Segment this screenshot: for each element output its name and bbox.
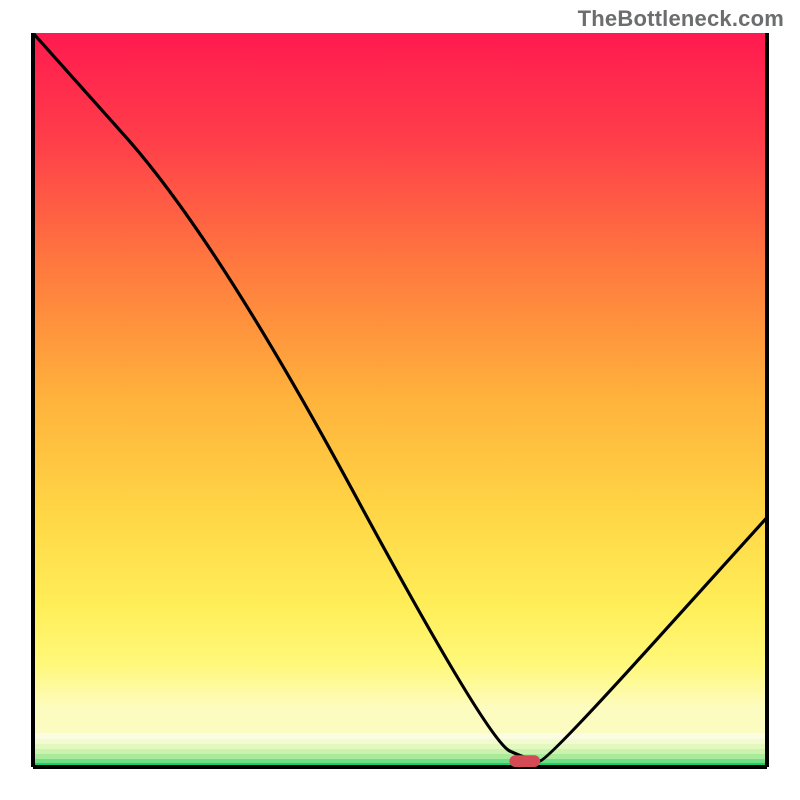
valley-marker (509, 755, 540, 767)
bottleneck-chart: TheBottleneck.com (0, 0, 800, 800)
watermark-text: TheBottleneck.com (578, 6, 784, 32)
bottom-bands (33, 733, 767, 767)
gradient-background (33, 33, 767, 767)
chart-svg (0, 0, 800, 800)
